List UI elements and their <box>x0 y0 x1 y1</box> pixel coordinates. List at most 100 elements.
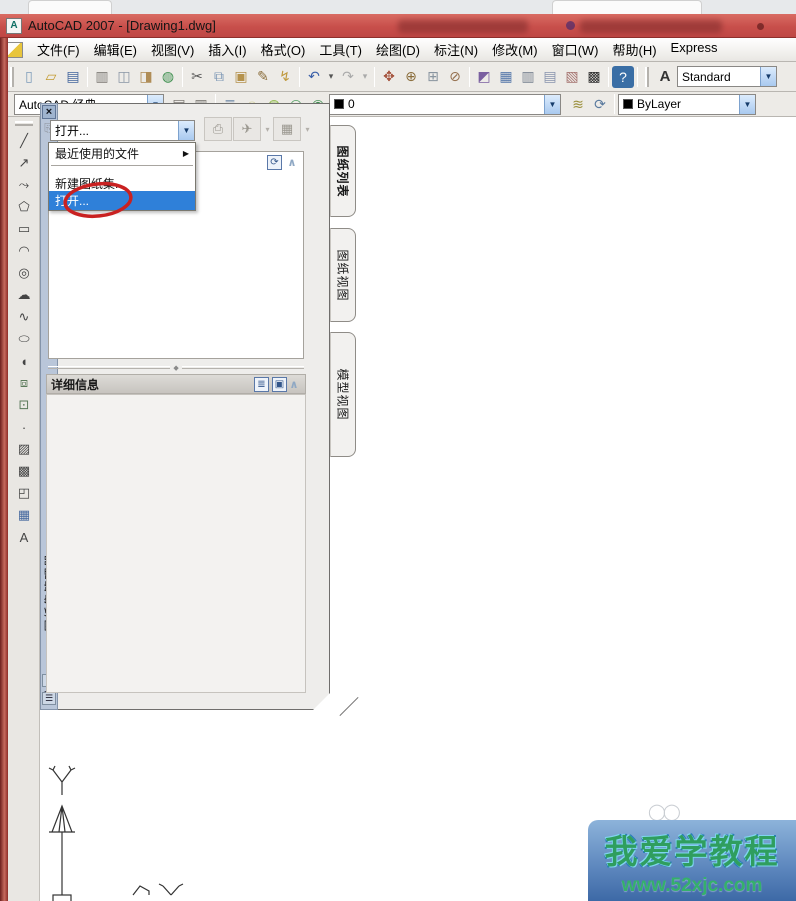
help-icon[interactable]: ? <box>612 66 634 88</box>
menu-help[interactable]: 帮助(H) <box>606 37 664 62</box>
watermark: 我爱学教程 www.52xjc.com <box>588 820 796 901</box>
layer-previous-icon[interactable]: ⟳ <box>589 93 611 115</box>
submenu-arrow-icon: ▶ <box>183 149 189 158</box>
details-header[interactable]: 详细信息 ≣ ▣ ∧ <box>46 374 306 394</box>
y-symbol <box>49 766 75 795</box>
close-icon[interactable]: × <box>42 105 56 119</box>
menu-item-recent-files[interactable]: 最近使用的文件 ▶ <box>49 143 195 164</box>
redo-dropdown-icon[interactable]: ▾ <box>359 66 371 88</box>
text-style-icon[interactable]: A <box>653 68 677 85</box>
menu-view[interactable]: 视图(V) <box>144 37 201 62</box>
menu-edit[interactable]: 编辑(E) <box>87 37 144 62</box>
details-view-icon[interactable]: ≣ <box>254 377 269 392</box>
menu-item-open[interactable]: 打开... <box>49 191 195 210</box>
spline-icon[interactable]: ∿ <box>13 306 35 328</box>
print-icon[interactable]: ▥ <box>91 66 113 88</box>
polygon-icon[interactable]: ⬠ <box>13 196 35 218</box>
color-combo[interactable]: ByLayer ▼ <box>618 94 756 115</box>
menu-window[interactable]: 窗口(W) <box>545 37 606 62</box>
table-icon[interactable]: ▦ <box>13 504 35 526</box>
gradient-icon[interactable]: ▩ <box>13 460 35 482</box>
revision-cloud-icon[interactable]: ☁ <box>13 284 35 306</box>
designcenter-icon[interactable]: ▦ <box>495 66 517 88</box>
undo-icon[interactable]: ↶ <box>303 66 325 88</box>
print-preview-icon[interactable]: ◫ <box>113 66 135 88</box>
preview-view-icon[interactable]: ▣ <box>272 377 287 392</box>
chevron-down-icon[interactable]: ▼ <box>544 95 560 114</box>
hatch-icon[interactable]: ▨ <box>13 438 35 460</box>
toolbar-grip[interactable] <box>10 67 14 87</box>
cut-icon[interactable]: ✂ <box>186 66 208 88</box>
menu-item-new-sheetset[interactable]: 新建图纸集... <box>49 175 195 191</box>
point-icon[interactable]: · <box>13 416 35 438</box>
chevron-down-icon[interactable]: ▼ <box>760 67 776 86</box>
current-color-swatch <box>623 99 633 109</box>
menu-modify[interactable]: 修改(M) <box>485 37 545 62</box>
menu-express[interactable]: Express <box>664 37 725 62</box>
properties-icon[interactable]: ◩ <box>473 66 495 88</box>
match-properties-icon[interactable]: ✎ <box>252 66 274 88</box>
ellipse-arc-icon[interactable]: ◖ <box>13 350 35 372</box>
menu-dimension[interactable]: 标注(N) <box>427 37 485 62</box>
construction-line-icon[interactable]: ↗ <box>13 152 35 174</box>
etransmit-icon[interactable]: ✈ <box>233 117 261 141</box>
tool-palettes-icon[interactable]: ▥ <box>517 66 539 88</box>
sheetset-manager-icon[interactable]: ▤ <box>539 66 561 88</box>
publish-icon[interactable]: ◨ <box>135 66 157 88</box>
make-object-layer-current-icon[interactable]: ≋ <box>567 93 589 115</box>
zoom-realtime-icon[interactable]: ⊕ <box>400 66 422 88</box>
new-file-icon[interactable]: ▯ <box>18 66 40 88</box>
sheet-selections-icon[interactable]: ▦ <box>273 117 301 141</box>
circle-icon[interactable]: ◎ <box>13 262 35 284</box>
menu-insert[interactable]: 插入(I) <box>201 37 253 62</box>
menu-file[interactable]: 文件(F) <box>30 37 87 62</box>
chevron-down-icon[interactable]: ▾ <box>302 117 313 141</box>
censored-text <box>580 20 722 33</box>
tab-sheet-list[interactable]: 图纸列表 <box>330 125 356 217</box>
toolbar-grip[interactable] <box>15 121 33 126</box>
region-icon[interactable]: ◰ <box>13 482 35 504</box>
rectangle-icon[interactable]: ▭ <box>13 218 35 240</box>
save-icon[interactable]: ▤ <box>62 66 84 88</box>
copy-icon[interactable]: ⧉ <box>208 66 230 88</box>
match-lightning-icon[interactable]: ↯ <box>274 66 296 88</box>
menu-format[interactable]: 格式(O) <box>254 37 313 62</box>
palette-toolbar: ⎙ ✈ ▾ ▦ ▾ <box>204 117 313 141</box>
tab-sheet-views[interactable]: 图纸视图 <box>330 228 356 322</box>
refresh-icon[interactable]: ⟳ <box>267 155 282 170</box>
sheetset-combo[interactable]: 打开... ▼ <box>50 120 195 141</box>
pan-icon[interactable]: ✥ <box>378 66 400 88</box>
chevron-down-icon[interactable]: ▼ <box>739 95 755 114</box>
properties-menu-icon[interactable]: ☰ <box>42 692 56 705</box>
collapse-icon[interactable]: ∧ <box>285 156 299 169</box>
web-icon[interactable]: ◍ <box>157 66 179 88</box>
zoom-window-icon[interactable]: ⊞ <box>422 66 444 88</box>
line-icon[interactable]: ╱ <box>13 130 35 152</box>
menu-tools[interactable]: 工具(T) <box>312 37 369 62</box>
mtext-icon[interactable]: A <box>13 526 35 548</box>
panel-splitter[interactable]: ◆ <box>48 363 304 372</box>
tab-model-views[interactable]: 模型视图 <box>330 332 356 457</box>
insert-block-icon[interactable]: ⧈ <box>13 372 35 394</box>
paste-icon[interactable]: ▣ <box>230 66 252 88</box>
undo-dropdown-icon[interactable]: ▾ <box>325 66 337 88</box>
layer-combo[interactable]: 0 ▼ <box>329 94 561 115</box>
make-block-icon[interactable]: ⊡ <box>13 394 35 416</box>
menu-draw[interactable]: 绘图(D) <box>369 37 427 62</box>
arc-icon[interactable]: ◠ <box>13 240 35 262</box>
quickcalc-icon[interactable]: ▩ <box>583 66 605 88</box>
publish-sheetset-icon[interactable]: ⎙ <box>204 117 232 141</box>
ellipse-icon[interactable]: ⬭ <box>13 328 35 350</box>
chevron-down-icon[interactable]: ▼ <box>178 121 194 140</box>
chevron-down-icon[interactable]: ▾ <box>262 117 273 141</box>
watermark-title: 我爱学教程 <box>605 825 780 873</box>
markup-set-manager-icon[interactable]: ▧ <box>561 66 583 88</box>
text-style-combo[interactable]: Standard ▼ <box>677 66 777 87</box>
redo-icon[interactable]: ↷ <box>337 66 359 88</box>
polyline-icon[interactable]: ⤳ <box>13 174 35 196</box>
splitter-handle-icon[interactable]: ◆ <box>170 364 181 372</box>
collapse-icon[interactable]: ∧ <box>287 378 301 391</box>
zoom-previous-icon[interactable]: ⊘ <box>444 66 466 88</box>
open-file-icon[interactable]: ▱ <box>40 66 62 88</box>
toolbar-grip[interactable] <box>645 67 649 87</box>
